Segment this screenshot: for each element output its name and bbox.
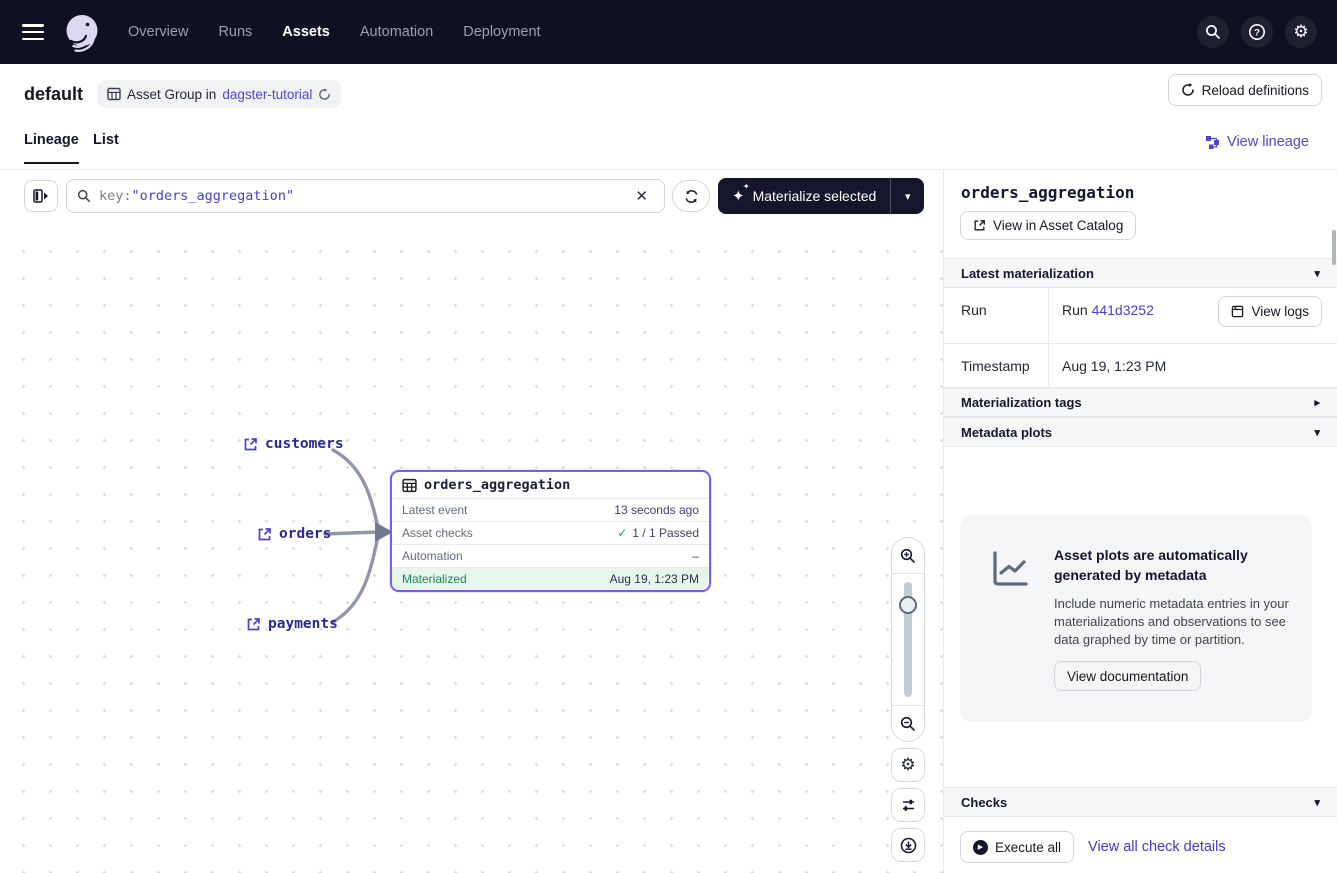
refresh-graph-button[interactable] [672,180,710,212]
reload-location-icon[interactable] [318,88,331,101]
zoom-slider-handle[interactable] [899,596,917,614]
external-link-icon [973,219,986,232]
gear-icon: ⚙ [900,755,915,775]
run-row: Run Run 441d3252 View logs [944,288,1337,344]
view-all-check-details-link[interactable]: View all check details [1088,839,1226,855]
zoom-controls [891,537,925,742]
code-location-link[interactable]: dagster-tutorial [222,87,312,102]
chart-line-icon [990,549,1030,589]
nav-item-deployment[interactable]: Deployment [463,24,540,40]
section-metadata-plots[interactable]: Metadata plots ▾ [944,417,1337,447]
graph-settings-button[interactable]: ⚙ [891,748,925,782]
table-icon [402,478,417,493]
section-latest-materialization[interactable]: Latest materialization ▾ [944,258,1337,288]
external-link-icon [243,437,258,452]
asset-node-title: orders_aggregation [424,477,570,493]
page-title: default [24,84,83,105]
lineage-canvas[interactable]: key:"orders_aggregation" ✕ ✦✦ Materializ… [0,170,944,873]
asset-plots-info-card: Asset plots are automatically generated … [960,515,1312,722]
asset-node-customers[interactable]: customers [243,436,344,452]
tab-list[interactable]: List [93,132,119,162]
view-in-asset-catalog-button[interactable]: View in Asset Catalog [960,211,1136,240]
graph-filters-button[interactable] [891,788,925,822]
asset-search-input[interactable]: key:"orders_aggregation" ✕ [66,179,665,213]
external-link-icon [257,527,272,542]
nav-item-assets[interactable]: Assets [282,24,330,40]
primary-nav: Overview Runs Assets Automation Deployme… [128,24,541,40]
search-icon[interactable] [1197,16,1229,48]
nav-item-runs[interactable]: Runs [218,24,252,40]
view-logs-button[interactable]: View logs [1218,296,1322,327]
sidebar-scrollbar[interactable] [1332,230,1336,265]
checks-actions: ▶ Execute all View all check details [960,831,1226,863]
refresh-icon [684,189,699,204]
settings-gear-icon[interactable]: ⚙ [1285,16,1317,48]
page-header: default Asset Group in dagster-tutorial … [0,64,1337,124]
sidebar-panel-toggle-button[interactable] [24,180,58,212]
sidebar-asset-title: orders_aggregation [961,183,1134,202]
asset-details-sidebar: orders_aggregation View in Asset Catalog… [944,170,1337,873]
zoom-out-icon [900,716,916,732]
zoom-in-icon [900,548,916,564]
node-row-asset-checks: Asset checks ✓1 / 1 Passed [392,521,709,544]
play-icon: ▶ [973,840,988,855]
dagster-logo-icon[interactable] [62,12,102,52]
sliders-icon [901,798,916,813]
reload-definitions-button[interactable]: Reload definitions [1168,74,1322,106]
timestamp-row: Timestamp Aug 19, 1:23 PM [944,344,1337,388]
asset-group-badge: Asset Group in dagster-tutorial [97,80,341,108]
execute-all-checks-button[interactable]: ▶ Execute all [960,831,1074,863]
nav-item-automation[interactable]: Automation [360,24,433,40]
zoom-slider[interactable] [891,574,925,705]
plots-card-title: Asset plots are automatically generated … [1054,545,1294,586]
zoom-in-button[interactable] [891,538,925,574]
asset-group-label: Asset Group in [127,87,216,102]
arrow-down-circle-icon [900,837,917,854]
node-row-materialized: Materialized Aug 19, 1:23 PM [392,567,709,590]
panel-expand-icon [33,189,49,203]
recenter-view-button[interactable] [891,828,925,862]
lineage-graph-icon [1205,135,1220,150]
view-documentation-button[interactable]: View documentation [1054,661,1201,691]
run-id-link[interactable]: 441d3252 [1092,302,1154,318]
help-icon[interactable]: ? [1241,16,1273,48]
chevron-down-icon: ▾ [1314,267,1320,280]
view-tabs: Lineage List View lineage [0,124,1337,170]
asset-node-orders[interactable]: orders [257,526,331,542]
materialize-selected-button[interactable]: ✦✦ Materialize selected [718,178,890,214]
reload-icon [1181,83,1195,97]
check-icon: ✓ [617,526,627,540]
section-materialization-tags[interactable]: Materialization tags ▸ [944,388,1337,417]
tab-lineage[interactable]: Lineage [24,132,79,164]
chevron-down-icon: ▾ [1314,796,1320,809]
search-query-value: "orders_aggregation" [132,188,295,204]
section-checks[interactable]: Checks ▾ [944,787,1337,817]
view-lineage-link[interactable]: View lineage [1205,134,1309,150]
logs-icon [1231,305,1244,318]
table-icon [107,87,121,101]
svg-text:?: ? [1254,27,1260,38]
external-link-icon [246,617,261,632]
search-icon [77,189,91,203]
node-row-automation: Automation – [392,544,709,567]
zoom-out-button[interactable] [891,705,925,741]
clear-search-icon[interactable]: ✕ [629,185,654,207]
chevron-down-icon: ▾ [1314,426,1320,439]
materialize-selected-button-group: ✦✦ Materialize selected ▾ [718,178,924,214]
node-row-latest-event: Latest event 13 seconds ago [392,498,709,521]
chevron-right-icon: ▸ [1314,396,1320,409]
plots-card-body: Include numeric metadata entries in your… [1054,595,1294,650]
asset-node-payments[interactable]: payments [246,616,338,632]
sparkle-icon: ✦✦ [732,187,745,205]
asset-node-orders-aggregation[interactable]: orders_aggregation Latest event 13 secon… [390,470,711,592]
nav-item-overview[interactable]: Overview [128,24,188,40]
hamburger-menu-icon[interactable] [22,24,44,40]
search-query-prefix: key: [99,188,132,204]
materialize-options-caret[interactable]: ▾ [890,178,924,214]
top-navbar: Overview Runs Assets Automation Deployme… [0,0,1337,64]
